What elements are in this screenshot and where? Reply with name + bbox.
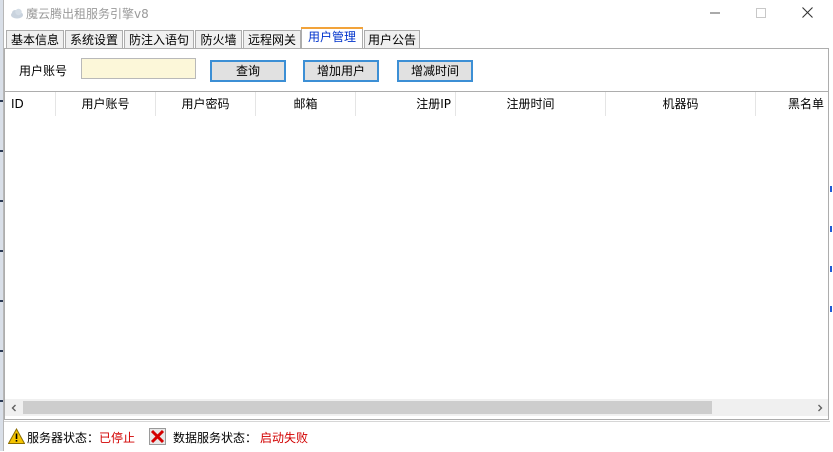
warning-icon [7,427,26,445]
minimize-icon [710,7,720,21]
close-button[interactable] [784,0,830,27]
query-button[interactable]: 查询 [210,60,286,82]
user-account-input[interactable] [81,58,196,79]
user-account-label: 用户账号 [19,64,68,78]
app-window: 魔云腾出租服务引擎v8 基本信息 系统设置 防注入语句 防火墙 远程网关 用户管… [3,0,830,452]
tab-anti-injection[interactable]: 防注入语句 [124,30,194,49]
scroll-right-button[interactable] [811,399,828,416]
status-bar: 服务器状态： 已停止 数据服务状态： 启动失败 [4,421,830,452]
user-table[interactable]: ID 用户账号 用户密码 邮箱 注册IP 注册时间 机器码 黑名单 [5,91,828,402]
tab-user-management[interactable]: 用户管理 [301,27,363,49]
tab-basic-info[interactable]: 基本信息 [6,30,64,49]
title-bar[interactable]: 魔云腾出租服务引擎v8 [4,0,830,27]
tab-strip: 基本信息 系统设置 防注入语句 防火墙 远程网关 用户管理 用户公告 [4,27,830,49]
column-header-register-ip[interactable]: 注册IP [356,92,456,116]
data-service-status-value: 启动失败 [260,431,309,445]
add-user-button[interactable]: 增加用户 [303,60,379,82]
tab-remote-gateway[interactable]: 远程网关 [243,30,301,49]
column-header-email[interactable]: 邮箱 [256,92,356,116]
tab-firewall[interactable]: 防火墙 [195,30,242,49]
column-header-user-account[interactable]: 用户账号 [56,92,156,116]
tab-user-announcement[interactable]: 用户公告 [364,30,420,49]
close-icon [801,6,813,21]
error-x-icon [149,428,166,445]
minimize-button[interactable] [692,0,738,27]
column-header-blacklist[interactable]: 黑名单 [756,92,828,116]
adjust-time-button[interactable]: 增减时间 [397,60,473,82]
column-header-machine-code[interactable]: 机器码 [606,92,756,116]
table-header: ID 用户账号 用户密码 邮箱 注册IP 注册时间 机器码 黑名单 [5,92,828,116]
cloud-icon [10,6,24,20]
chevron-left-icon [10,401,18,415]
server-status-value: 已停止 [99,431,136,445]
server-status-label: 服务器状态： [27,431,100,445]
maximize-icon [756,7,766,21]
column-header-id[interactable]: ID [5,92,56,116]
horizontal-scrollbar[interactable] [5,399,828,416]
data-service-status-label: 数据服务状态： [173,431,258,445]
scroll-thumb[interactable] [23,401,712,414]
window-title: 魔云腾出租服务引擎v8 [26,7,149,21]
column-header-user-password[interactable]: 用户密码 [156,92,256,116]
chevron-right-icon [816,401,824,415]
tab-system-settings[interactable]: 系统设置 [65,30,123,49]
maximize-button[interactable] [738,0,784,27]
scroll-left-button[interactable] [5,399,22,416]
column-header-register-time[interactable]: 注册时间 [456,92,606,116]
